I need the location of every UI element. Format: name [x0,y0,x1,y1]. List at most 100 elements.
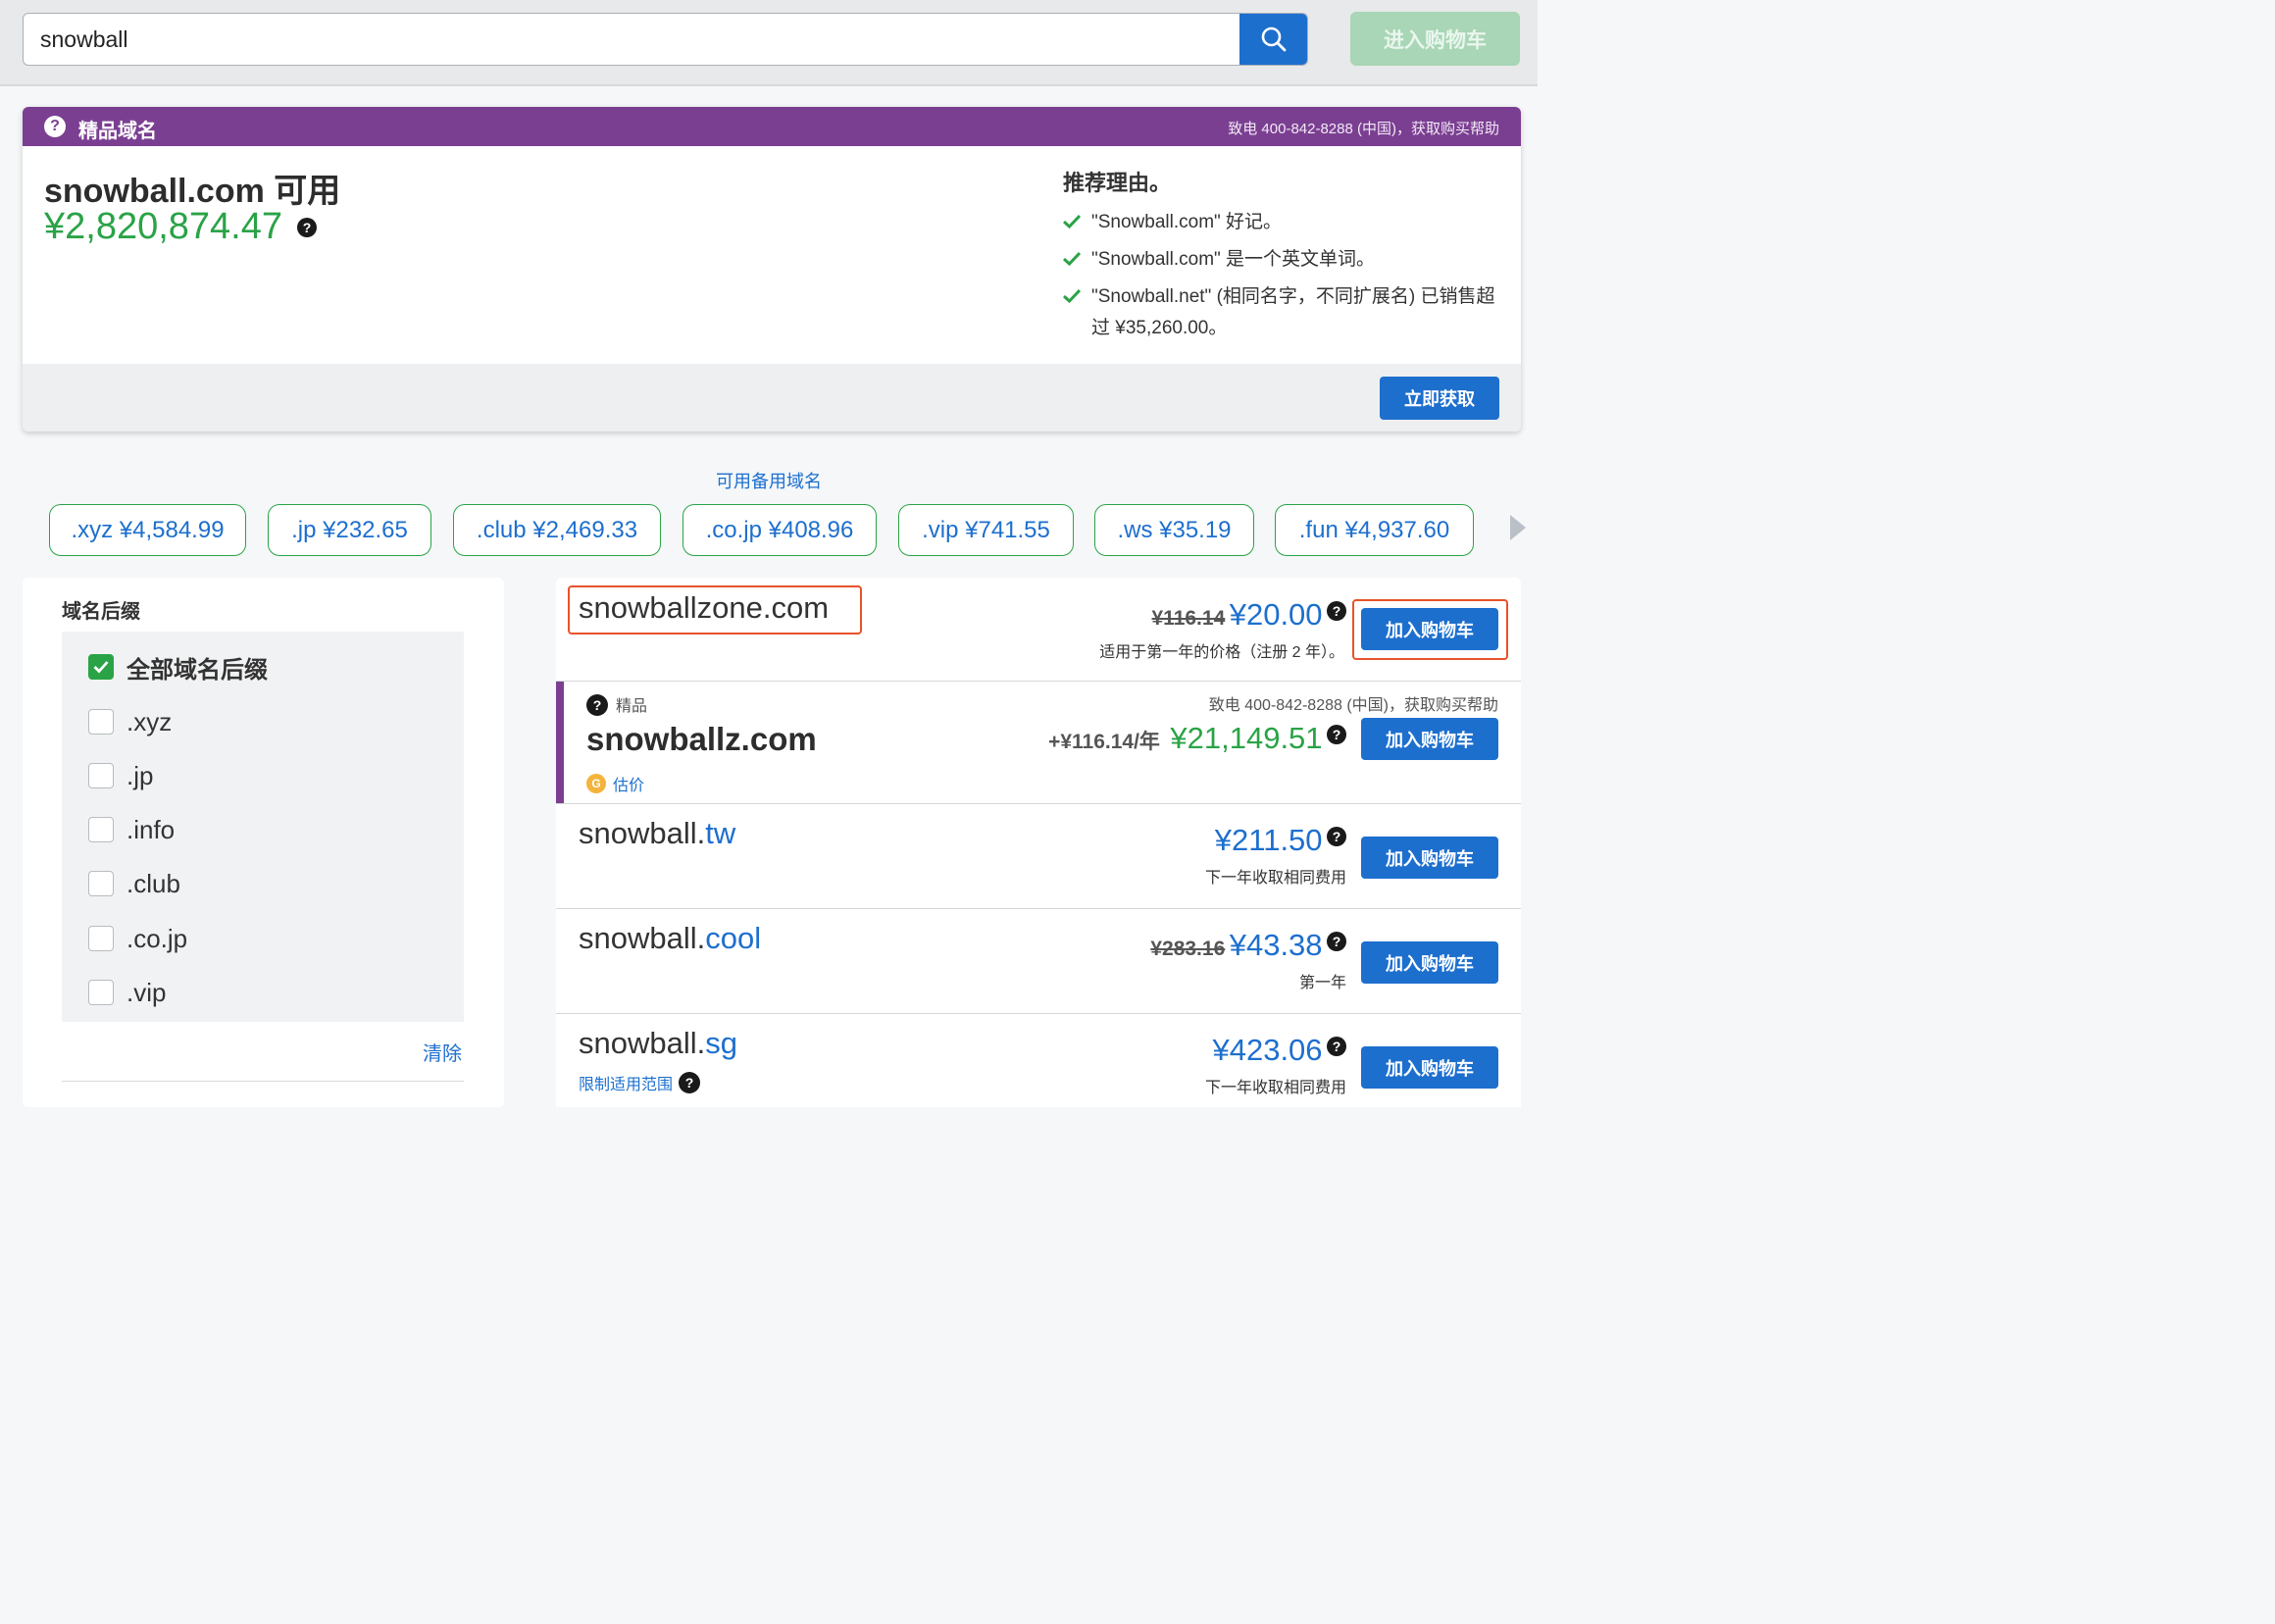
price-note: 第一年 [1298,975,1346,991]
price-group: ¥283.16 ¥43.38 ? [1150,928,1346,963]
reasons-list: 推荐理由。 "Snowball.com" 好记。 "Snowball.com" … [1063,166,1504,350]
reason-text: "Snowball.com" 好记。 [1091,212,1283,232]
price-help-icon[interactable]: ? [1327,601,1346,621]
price: ¥211.50 [1214,823,1323,857]
alt-chip-xyz[interactable]: .xyz ¥4,584.99 [49,504,246,556]
premium-price: ¥2,820,874.47 [44,206,283,247]
price-note: 下一年收取相同费用 [1204,1080,1346,1096]
price-note: 下一年收取相同费用 [1204,870,1346,887]
filter-item-info[interactable]: .info [88,815,175,844]
filter-label: .co.jp [126,923,188,953]
alt-chip-ws[interactable]: .ws ¥35.19 [1094,504,1254,556]
filter-item-cojp[interactable]: .co.jp [88,924,187,953]
add-to-cart-button[interactable]: 加入购物车 [1361,837,1498,879]
price-group: +¥116.14/年 ¥21,149.51 ? [1048,721,1346,756]
result-domain: snowball.tw [579,816,736,850]
price-help-icon[interactable]: ? [1327,1037,1346,1056]
price-help-icon[interactable]: ? [1327,725,1346,744]
results-list: snowballzone.com ¥116.14 ¥20.00 ? 适用于第一年… [556,578,1521,1107]
alt-chip-fun[interactable]: .fun ¥4,937.60 [1275,504,1474,556]
search-box [23,13,1308,66]
restrict-link[interactable]: 限制适用范围 ? [579,1071,701,1094]
result-row: snowball.sg 限制适用范围 ? ¥423.06 ? 下一年收取相同费用… [556,1014,1521,1107]
price: ¥43.38 [1229,928,1323,962]
result-row-premium: ? 精品 致电 400-842-8288 (中国)，获取购买帮助 snowbal… [556,682,1521,804]
clear-filter-link[interactable]: 清除 [423,1038,462,1066]
search-icon [1261,26,1286,52]
premium-footer: 立即获取 [23,364,1521,431]
filter-label: 全部域名后缀 [126,656,268,684]
add-to-cart-button[interactable]: 加入购物车 [1361,718,1498,760]
checkbox[interactable] [88,817,114,842]
price: ¥21,149.51 [1170,721,1323,755]
checkbox[interactable] [88,980,114,1005]
filter-item-jp[interactable]: .jp [88,761,153,790]
filter-label: .jp [126,760,154,790]
premium-tag: 精品 [616,698,648,715]
price: ¥20.00 [1229,597,1323,632]
check-icon [1063,251,1081,267]
checkbox[interactable] [88,763,114,788]
appraise-icon: G [586,774,606,793]
filter-item-club[interactable]: .club [88,869,180,898]
old-price: ¥283.16 [1150,938,1226,960]
restrict-label: 限制适用范围 [579,1077,674,1093]
filter-item-vip[interactable]: .vip [88,978,166,1007]
premium-marker [556,682,564,803]
result-row: snowballzone.com ¥116.14 ¥20.00 ? 适用于第一年… [556,578,1521,682]
go-to-cart-button[interactable]: 进入购物车 [1350,12,1520,66]
checkbox[interactable] [88,871,114,896]
result-domain: snowball.sg [579,1026,737,1060]
filter-title: 域名后缀 [62,601,140,623]
reason-item: "Snowball.com" 好记。 [1063,207,1504,238]
search-input[interactable] [24,14,1239,65]
add-to-cart-button[interactable]: 加入购物车 [1361,1046,1498,1089]
checkbox[interactable] [88,709,114,735]
result-row: snowball.tw ¥211.50 ? 下一年收取相同费用 加入购物车 [556,804,1521,909]
premium-title: 精品域名 [78,121,157,142]
add-to-cart-button[interactable]: 加入购物车 [1361,608,1498,650]
reason-item: "Snowball.com" 是一个英文单词。 [1063,244,1504,276]
result-row: snowball.cool ¥283.16 ¥43.38 ? 第一年 加入购物车 [556,909,1521,1014]
check-icon [93,661,109,674]
help-icon[interactable]: ? [44,116,66,137]
help-icon[interactable]: ? [586,694,608,716]
reason-text: "Snowball.com" 是一个英文单词。 [1091,249,1376,270]
renewal-extra: +¥116.14/年 [1048,731,1160,753]
check-icon [1063,288,1081,304]
search-button[interactable] [1239,14,1307,65]
price-note: 适用于第一年的价格（注册 2 年）。 [1099,644,1344,661]
reason-item: "Snowball.net" (相同名字，不同扩展名) 已销售超过 ¥35,26… [1063,281,1504,344]
filter-label: .xyz [126,706,173,736]
alt-chip-jp[interactable]: .jp ¥232.65 [268,504,431,556]
alt-chip-vip[interactable]: .vip ¥741.55 [898,504,1074,556]
premium-phone: 致电 400-842-8288 (中国)，获取购买帮助 [1228,121,1499,137]
filter-item-all[interactable]: 全部域名后缀 [88,652,268,684]
filter-label: .info [126,814,176,844]
premium-domain-card: ? 精品域名 致电 400-842-8288 (中国)，获取购买帮助 snowb… [23,107,1521,431]
price: ¥423.06 [1212,1033,1323,1067]
check-icon [1063,214,1081,229]
premium-header: ? 精品域名 致电 400-842-8288 (中国)，获取购买帮助 [23,107,1521,146]
price-group: ¥423.06 ? [1212,1033,1346,1068]
filter-item-xyz[interactable]: .xyz [88,707,172,736]
get-now-button[interactable]: 立即获取 [1380,377,1499,420]
checkbox-checked[interactable] [88,654,114,680]
price-help-icon[interactable]: ? [1327,932,1346,951]
filter-label: .club [126,868,180,898]
price-group: ¥116.14 ¥20.00 ? [1151,597,1346,633]
appraise-link[interactable]: G 估价 [586,772,644,795]
add-to-cart-button[interactable]: 加入购物车 [1361,941,1498,984]
help-icon[interactable]: ? [679,1072,701,1093]
highlight-box [568,585,862,634]
checkbox[interactable] [88,926,114,951]
alt-chip-cojp[interactable]: .co.jp ¥408.96 [682,504,877,556]
alternates-title: 可用备用域名 [716,472,822,491]
chevron-right-icon[interactable] [1508,513,1528,542]
alt-chip-club[interactable]: .club ¥2,469.33 [453,504,661,556]
old-price: ¥116.14 [1151,607,1226,630]
price-help-icon[interactable]: ? [1327,827,1346,846]
price-help-icon[interactable]: ? [297,218,317,237]
tld-filter-panel: 域名后缀 全部域名后缀 .xyz .jp .info .club .co.jp [23,578,504,1107]
top-bar: 进入购物车 [0,0,1538,86]
